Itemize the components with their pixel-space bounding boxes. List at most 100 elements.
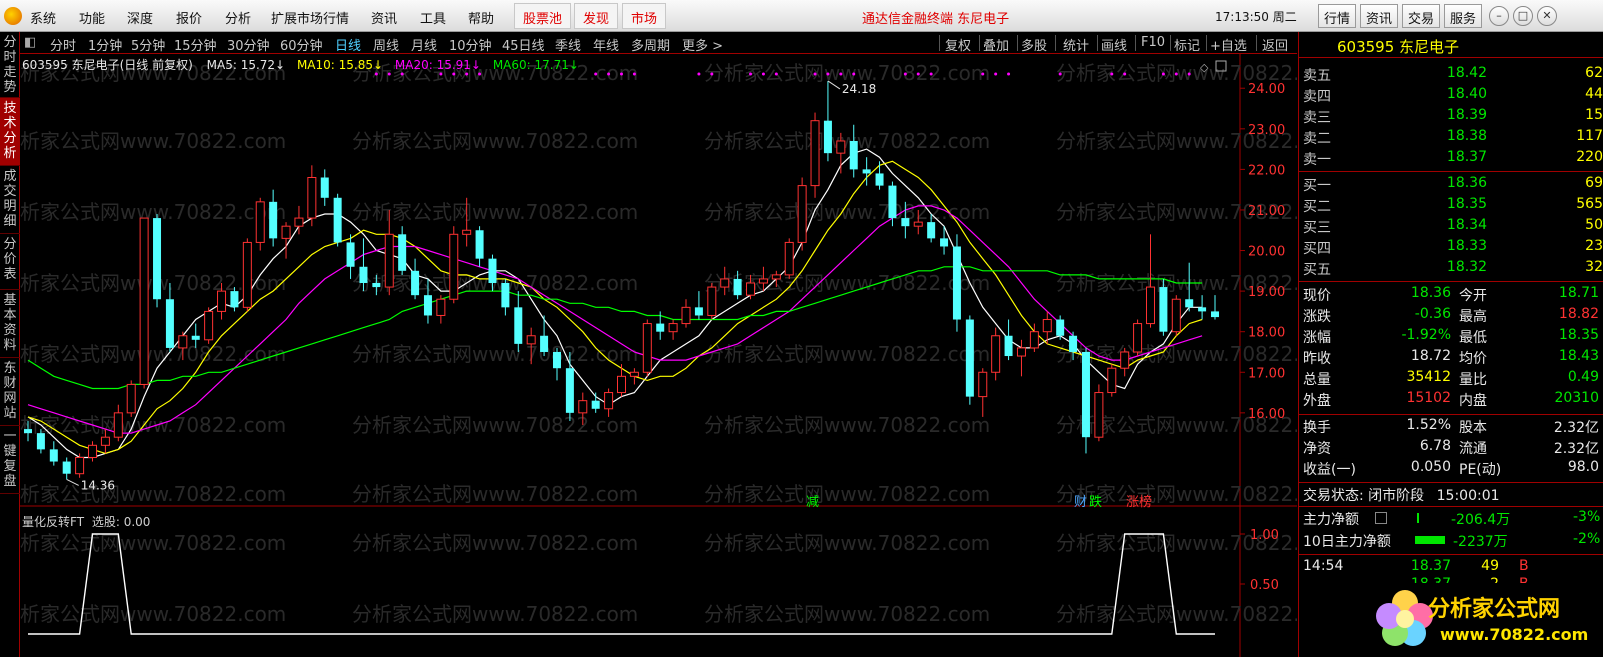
candle-body-down [1198,307,1207,312]
stat-row-v2: 18.71 [1558,285,1599,301]
stat-row: 涨跌 -0.36 最高 18.82 [1299,306,1603,326]
stat-row-l2: 最低 [1459,330,1487,346]
period-5min[interactable]: 5分钟 [131,35,165,54]
candle-body-down [965,319,974,397]
period-intraday[interactable]: 分时 [50,35,76,54]
f10-button[interactable]: F10 [1141,35,1165,50]
period-daily[interactable]: 日线 [335,35,361,54]
multi-stock-button[interactable]: 多股 [1021,35,1047,54]
period-weekly[interactable]: 周线 [373,35,399,54]
service-button[interactable]: 服务 [1444,4,1483,28]
window-title: 通达信金融终端 东尼电子 [862,12,1010,27]
menu-quote[interactable]: 报价 [176,8,202,27]
candle-body-down [1069,335,1078,352]
menu-tools[interactable]: 工具 [420,8,446,27]
ask-row-volume: 62 [1585,65,1603,81]
list-icon[interactable] [1375,512,1387,524]
candle-body-up [462,229,472,235]
tab-one-click-review[interactable]: 一键复盘 [0,426,20,494]
back-button[interactable]: 返回 [1262,35,1288,54]
period-monthly[interactable]: 月线 [411,35,437,54]
period-more[interactable]: 更多 > [682,35,723,54]
main-flow-label: 主力净额 [1303,512,1359,528]
quote-panel: 603595 东尼电子 卖五 18.42 62 卖四 18.40 44 卖三 18.39 15 卖… [1298,32,1603,657]
tab-technical-analysis[interactable]: 技术分析 [0,98,20,166]
candle-body-down [565,368,574,413]
menu-depth[interactable]: 深度 [127,8,153,27]
maximize-icon[interactable]: □ [1513,6,1533,26]
tab-trade-detail[interactable]: 成交明细 [0,166,20,234]
period-1min[interactable]: 1分钟 [88,35,122,54]
stat-row-l2: 量比 [1459,372,1487,388]
menu-function[interactable]: 功能 [79,8,105,27]
discover-button[interactable]: 发现 [574,3,619,29]
bid-row: 买五 18.32 32 [1299,259,1603,279]
stat-row-v2: 0.49 [1567,369,1599,385]
period-toolbar: ◧ 分时 1分钟 5分钟 15分钟 30分钟 60分钟 日线 周线 月线 10分… [20,32,1297,54]
overlay-button[interactable]: 叠加 [983,35,1009,54]
stats-button[interactable]: 统计 [1063,35,1089,54]
tab-price-table[interactable]: 分价表 [0,234,20,290]
market-button[interactable]: 市场 [622,3,667,29]
news-button[interactable]: 资讯 [1360,4,1399,28]
period-15min[interactable]: 15分钟 [174,35,217,54]
stat2-row-v2: 2.32亿 [1553,420,1599,436]
candle-body-up [294,217,304,227]
adjust-button[interactable]: 复权 [945,35,971,54]
menu-extended-market[interactable]: 扩展市场行情 [271,8,349,27]
event-dot [1161,72,1165,76]
menu-news[interactable]: 资讯 [371,8,397,27]
minimize-icon[interactable]: – [1489,6,1509,26]
brand-watermark: 分析家公式网 www.70822.com [1368,583,1600,655]
event-dot [594,72,598,76]
period-quarterly[interactable]: 季线 [555,35,581,54]
bid-row-label: 买四 [1303,241,1331,257]
event-dot [852,72,856,76]
draw-line-button[interactable]: 画线 [1101,35,1127,54]
add-watchlist-button[interactable]: +自选 [1210,35,1247,54]
menu-help[interactable]: 帮助 [468,8,494,27]
tab-fundamentals[interactable]: 基本资料 [0,290,20,358]
menu-system[interactable]: 系统 [30,8,56,27]
quotes-button[interactable]: 行情 [1318,4,1357,28]
mark-button[interactable]: 标记 [1174,35,1200,54]
period-30min[interactable]: 30分钟 [227,35,270,54]
flow10-label: 10日主力净额 [1303,534,1391,550]
period-multi[interactable]: 多周期 [631,35,670,54]
kline-chart[interactable]: 分析家公式网www.70822.com 分析家公式网www.70822.com 分析… [20,54,1297,657]
candle-body-up [75,456,85,475]
ask-row: 卖五 18.42 62 [1299,65,1603,85]
candle-body-down [24,429,32,434]
menu-analysis[interactable]: 分析 [225,8,251,27]
candle-body-up [836,140,846,154]
toolbar-toggle-icon[interactable]: ◧ [24,35,36,50]
bid-row-volume: 69 [1585,175,1603,191]
period-60min[interactable]: 60分钟 [280,35,323,54]
ask-row: 卖四 18.40 44 [1299,86,1603,106]
stat-row: 昨收 18.72 均价 18.43 [1299,348,1603,368]
y-tick-label: 18.00 [1248,326,1285,341]
tab-eastmoney-site[interactable]: 东财网站 [0,358,20,426]
stat2-row: 换手 1.52% 股本 2.32亿 [1299,417,1603,437]
period-10min[interactable]: 10分钟 [449,35,492,54]
close-icon[interactable]: ✕ [1537,6,1557,26]
toolbar-separator [1256,35,1257,51]
trade-button[interactable]: 交易 [1402,4,1441,28]
candle-body-up [1016,347,1026,357]
app-logo-icon [4,7,22,25]
stat2-row-v1: 6.78 [1419,438,1451,454]
ask-row-volume: 15 [1585,107,1603,123]
candle-body-up [720,278,730,288]
ask-row-price: 18.42 [1446,65,1487,81]
stock-pool-button[interactable]: 股票池 [514,3,572,29]
trade-state: 交易状态: 闭市阶段 15:00:01 [1303,485,1500,505]
y-tick-label: 23.00 [1248,123,1285,138]
period-45day[interactable]: 45日线 [502,35,545,54]
tab-intraday[interactable]: 分时走势 [0,32,20,98]
watermark-text: 分析家公式网www.70822.com [704,531,990,555]
candle-body-up [88,444,98,458]
period-yearly[interactable]: 年线 [593,35,619,54]
watermark-text: 分析家公式网www.70822.com [704,413,990,437]
stat-row-l1: 涨幅 [1303,330,1331,346]
flow10-row: 10日主力净额 -2237万 -2% [1303,531,1603,551]
